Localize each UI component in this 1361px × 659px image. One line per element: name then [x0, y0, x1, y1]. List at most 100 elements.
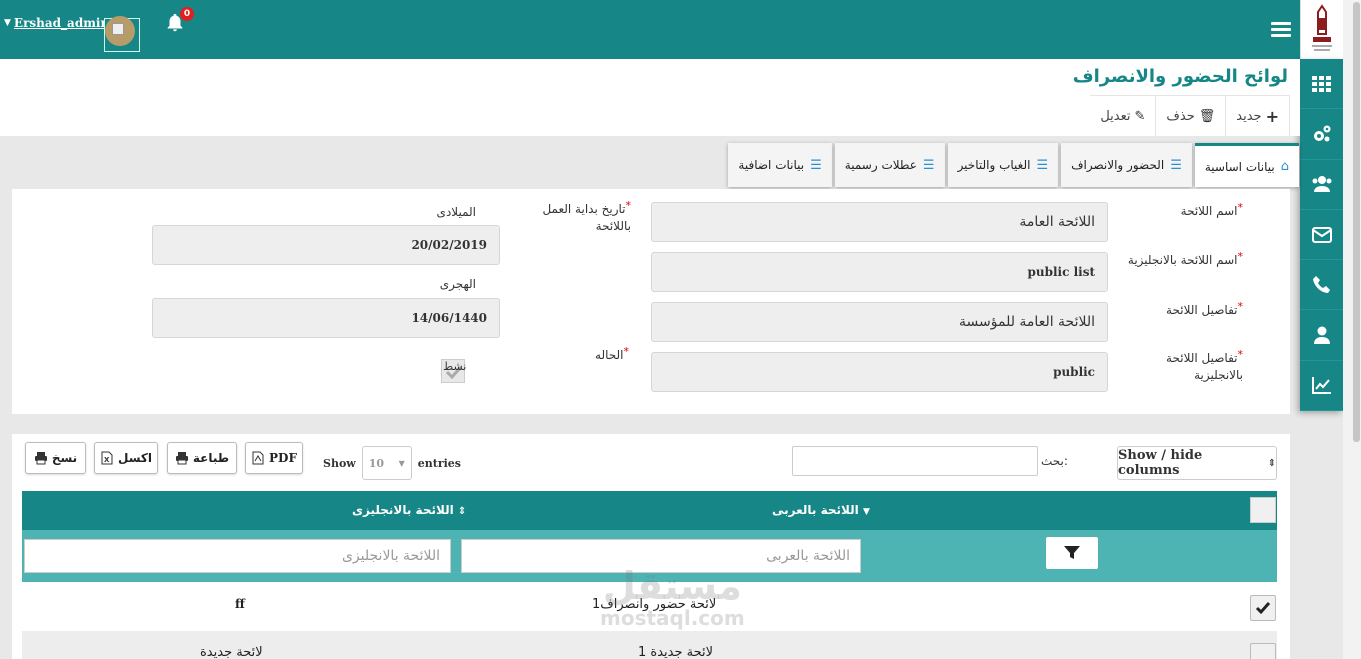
avatar[interactable]: [104, 16, 140, 52]
rail-item-messages[interactable]: [1300, 210, 1343, 261]
tab-basic-info[interactable]: ⌂ بيانات اساسية: [1194, 143, 1299, 187]
name-en-field[interactable]: public list: [651, 252, 1108, 292]
tab-holidays[interactable]: ☰ عطلات رسمية: [834, 143, 945, 187]
status-checkbox[interactable]: نشط: [441, 359, 467, 383]
broken-image-icon: [112, 23, 124, 35]
tab-label: الغياب والتاخير: [957, 158, 1031, 172]
column-visibility-button[interactable]: Show / hide columns ⇕: [1117, 446, 1277, 480]
rail-item-settings[interactable]: [1300, 109, 1343, 160]
table-row[interactable]: لائحة جديدة 1 لائحة جديدة: [22, 631, 1277, 659]
required-marker: *: [1237, 250, 1244, 263]
scrollbar-thumb[interactable]: [1353, 2, 1360, 442]
rail-item-profile[interactable]: [1300, 310, 1343, 361]
tab-label: الحضور والانصراف: [1071, 158, 1165, 172]
copy-button-label: نسخ: [51, 451, 78, 465]
title-area: لوائح الحضور والانصراف + جديد 🗑 حذف ✎ تع…: [0, 59, 1300, 136]
page-scrollbar[interactable]: [1343, 0, 1361, 659]
sort-icon: ⇕: [457, 506, 467, 517]
page-length-value: 10: [368, 456, 385, 470]
entries-label: entries: [417, 456, 461, 470]
filter-input-english[interactable]: اللائحة بالانجليزى: [24, 539, 451, 573]
toolbar: + جديد 🗑 حذف ✎ تعديل: [1090, 95, 1290, 136]
tab-attendance[interactable]: ☰ الحضور والانصراف: [1061, 143, 1192, 187]
pdf-button[interactable]: PDF: [245, 442, 303, 474]
user-menu[interactable]: ▼ Ershad_admin: [4, 16, 109, 30]
print-icon: [34, 452, 47, 465]
row-checkbox[interactable]: [1250, 595, 1276, 621]
table-header: ▼ اللائحة بالعربى ⇕ اللائحة بالانجليزى: [22, 491, 1277, 530]
column-visibility-label: Show / hide columns: [1118, 448, 1203, 478]
new-button[interactable]: + جديد: [1225, 96, 1290, 136]
name-label: *اسم اللائحة: [1113, 201, 1243, 220]
notification-badge: 0: [180, 7, 194, 21]
tab-label: بيانات اضافية: [738, 158, 805, 172]
home-icon: ⌂: [1280, 159, 1289, 174]
rail-item-contacts[interactable]: [1300, 260, 1343, 311]
column-header-label: اللائحة بالعربى: [772, 503, 859, 517]
notifications-button[interactable]: 0: [164, 7, 194, 36]
search-input[interactable]: [792, 446, 1038, 476]
check-icon: [1255, 602, 1271, 615]
logo-emblem-icon: [1312, 4, 1332, 51]
menu-toggle-button[interactable]: [1271, 22, 1291, 38]
required-marker: *: [1237, 300, 1244, 313]
tab-label: عطلات رسمية: [844, 158, 917, 172]
row-checkbox[interactable]: [1250, 643, 1276, 659]
name-en-label: *اسم اللائحة بالانجليزية: [1113, 250, 1244, 269]
page-length-select[interactable]: 10 ▼: [361, 446, 412, 480]
rail-item-users[interactable]: [1300, 160, 1343, 210]
rail-item-reports[interactable]: [1300, 361, 1343, 412]
filter-button[interactable]: [1046, 537, 1098, 569]
list-icon: ☰: [810, 157, 822, 173]
tab-absence-lateness[interactable]: ☰ الغياب والتاخير: [947, 143, 1059, 187]
column-header-english[interactable]: ⇕ اللائحة بالانجليزى: [352, 503, 466, 517]
column-header-arabic[interactable]: ▼ اللائحة بالعربى: [772, 503, 870, 517]
edit-button[interactable]: ✎ تعديل: [1090, 96, 1155, 136]
delete-button[interactable]: 🗑 حذف: [1155, 96, 1225, 136]
sort-icon: ⇕: [1267, 457, 1276, 469]
cell-arabic: لائحة جديدة 1: [638, 645, 714, 659]
watermark: مستقل mostaql.com: [600, 566, 745, 630]
tab-additional-info[interactable]: ☰ بيانات اضافية: [728, 143, 832, 187]
details-field[interactable]: اللائحة العامة للمؤسسة: [651, 302, 1108, 342]
bars-icon-line: [1271, 34, 1291, 37]
status-label: *الحاله: [595, 345, 630, 364]
new-button-label: جديد: [1236, 108, 1262, 124]
edit-button-label: تعديل: [1100, 108, 1131, 124]
svg-text:X: X: [104, 456, 110, 464]
file-excel-icon: X: [101, 451, 113, 465]
details-en-field[interactable]: public: [651, 352, 1108, 392]
excel-button[interactable]: X اكسل: [94, 442, 158, 474]
watermark-arabic: مستقل: [602, 564, 742, 608]
details-label-text: تفاصيل اللائحة: [1166, 303, 1238, 317]
rail-item-dashboard[interactable]: [1300, 59, 1343, 110]
top-header: ▼ Ershad_admin 0: [0, 0, 1300, 59]
user-icon: [1313, 326, 1330, 345]
bars-icon-line: [1271, 28, 1291, 31]
envelope-icon: [1311, 226, 1332, 243]
copy-button[interactable]: نسخ: [25, 442, 86, 474]
cell-english: ff: [235, 597, 245, 611]
side-rail: [1300, 59, 1343, 412]
bars-icon: [1271, 22, 1291, 25]
name-field[interactable]: اللائحة العامة: [651, 202, 1108, 242]
form-tabs: ⌂ بيانات اساسية ☰ الحضور والانصراف ☰ الغ…: [711, 143, 1299, 189]
cell-english: لائحة جديدة: [200, 645, 263, 659]
hijri-date-field[interactable]: 14/06/1440: [152, 298, 500, 338]
start-date-label-text: تاريخ بداية العمل باللائحة: [542, 202, 631, 233]
required-marker: *: [625, 199, 632, 212]
tab-label: بيانات اساسية: [1204, 159, 1275, 174]
list-icon: ☰: [1036, 157, 1049, 173]
excel-button-label: اكسل: [117, 451, 152, 465]
gregorian-date-field[interactable]: 20/02/2019: [152, 225, 500, 265]
select-all-checkbox[interactable]: [1250, 497, 1276, 523]
gregorian-label: الميلادى: [436, 205, 476, 219]
file-pdf-icon: [252, 451, 264, 465]
print-button[interactable]: طباعة: [167, 442, 237, 474]
required-marker: *: [1237, 348, 1244, 361]
required-marker: *: [623, 345, 630, 358]
pdf-button-label: PDF: [269, 451, 297, 465]
hijri-label: الهجرى: [439, 277, 476, 291]
name-label-text: اسم اللائحة: [1180, 204, 1238, 218]
status-checkbox-label: نشط: [443, 360, 467, 373]
